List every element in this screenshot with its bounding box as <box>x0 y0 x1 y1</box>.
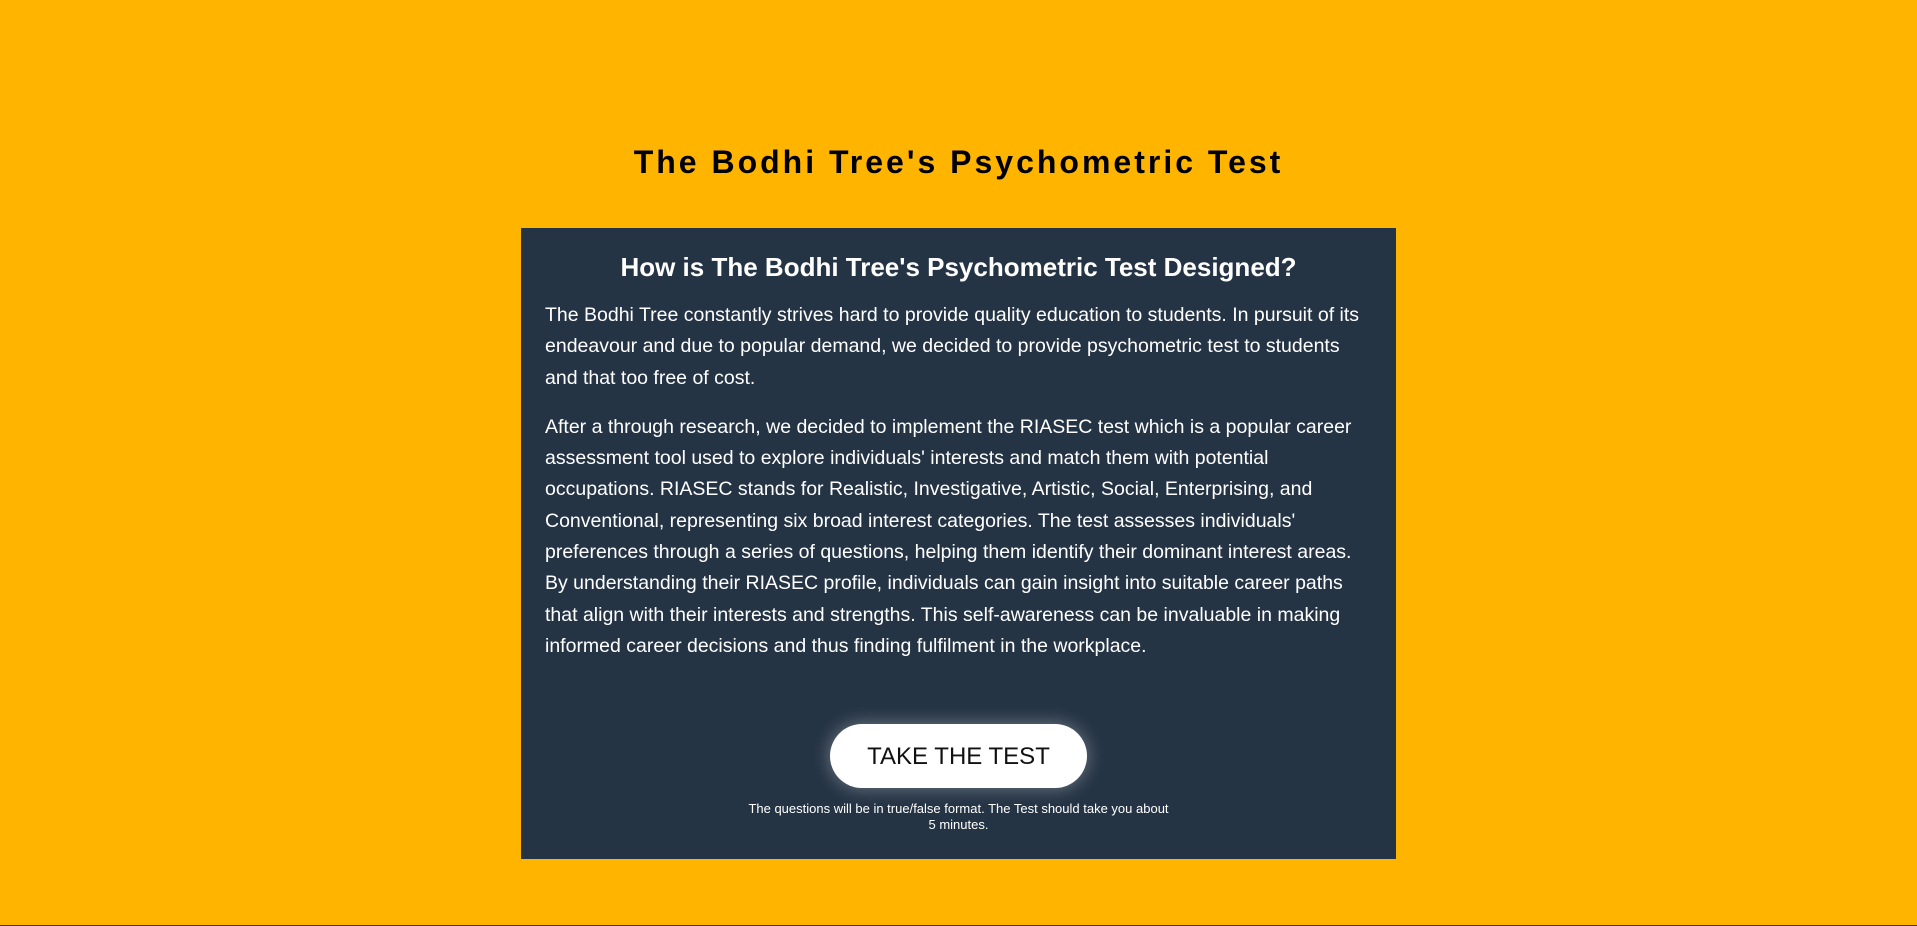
take-test-button[interactable]: TAKE THE TEST <box>830 724 1087 788</box>
page-title: The Bodhi Tree's Psychometric Test <box>633 144 1284 180</box>
card-heading: How is The Bodhi Tree's Psychometric Tes… <box>620 252 1297 282</box>
test-info-card: How is The Bodhi Tree's Psychometric Tes… <box>521 228 1396 859</box>
test-format-note-container: The questions will be in true/false form… <box>521 801 1396 834</box>
intro-paragraph: The Bodhi Tree constantly strives hard t… <box>545 304 1360 389</box>
test-format-note: The questions will be in true/false form… <box>748 801 1169 832</box>
cta-container: TAKE THE TEST <box>521 724 1396 788</box>
riasec-paragraph: After a through research, we decided to … <box>545 415 1352 657</box>
